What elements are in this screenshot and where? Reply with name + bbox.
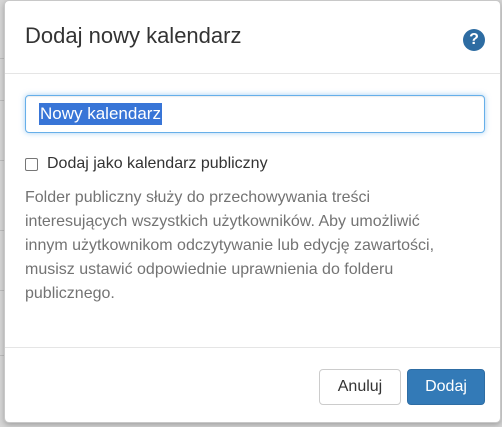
info-line: musisz ustawić odpowiednie uprawnienia d… <box>25 261 394 278</box>
info-line: innym użytkownikom odczytywanie lub edyc… <box>25 237 435 254</box>
info-line: publicznego. <box>25 285 115 302</box>
dialog-header: Dodaj nowy kalendarz ? <box>5 1 500 74</box>
public-folder-info: Folder publiczny służy do przechowywania… <box>25 186 487 306</box>
cancel-button[interactable]: Anuluj <box>319 369 401 405</box>
public-calendar-option[interactable]: Dodaj jako kalendarz publiczny <box>25 153 268 175</box>
dialog-body: Nowy kalendarz Dodaj jako kalendarz publ… <box>5 74 500 347</box>
public-calendar-checkbox[interactable] <box>25 157 38 171</box>
dialog-title: Dodaj nowy kalendarz <box>25 23 242 48</box>
public-calendar-label: Dodaj jako kalendarz publiczny <box>47 155 268 172</box>
calendar-name-selected-text: Nowy kalendarz <box>39 103 162 125</box>
help-glyph: ? <box>469 31 479 48</box>
add-button[interactable]: Dodaj <box>407 369 485 405</box>
help-icon[interactable]: ? <box>463 29 485 51</box>
info-line: interesujących wszystkich użytkowników. … <box>25 213 420 230</box>
info-line: Folder publiczny służy do przechowywania… <box>25 189 371 206</box>
add-calendar-dialog: Dodaj nowy kalendarz ? Nowy kalendarz Do… <box>4 0 501 423</box>
dialog-footer: Anuluj Dodaj <box>5 347 500 424</box>
